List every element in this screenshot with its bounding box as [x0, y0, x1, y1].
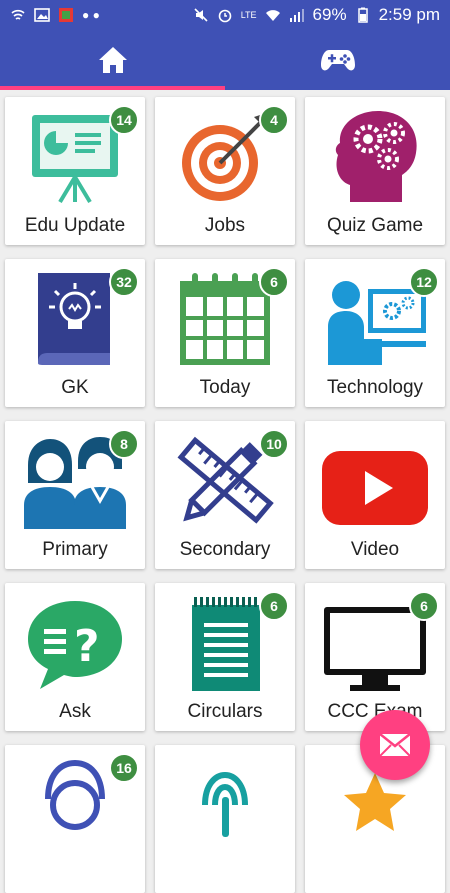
count-badge: 6: [409, 591, 439, 621]
more-notifications-icon: ● ●: [82, 8, 100, 22]
card-technology[interactable]: 12 Technology: [305, 259, 445, 407]
count-badge: 6: [259, 591, 289, 621]
alarm-icon: [218, 9, 231, 23]
count-badge: 6: [259, 267, 289, 297]
card-label: Primary: [42, 539, 108, 560]
count-badge: 10: [259, 429, 289, 459]
count-badge: 4: [259, 105, 289, 135]
card-label: Quiz Game: [326, 215, 424, 236]
card-label: Video: [350, 539, 400, 560]
mail-icon: [379, 733, 411, 757]
tab-home[interactable]: [0, 30, 225, 90]
count-badge: 14: [109, 105, 139, 135]
play-button-icon: [322, 451, 428, 525]
card-video[interactable]: Video: [305, 421, 445, 569]
card-edu-update[interactable]: 14 Edu Update: [5, 97, 145, 245]
card-label: Ask: [59, 701, 91, 722]
status-time: 2:59 pm: [378, 5, 440, 24]
mail-fab-button[interactable]: [360, 710, 430, 780]
card-jobs[interactable]: 4 Jobs: [155, 97, 295, 245]
card-label: Technology: [326, 377, 424, 398]
battery-percent: 69%: [312, 5, 347, 24]
card-circulars[interactable]: 6 Circulars: [155, 583, 295, 731]
card-row5-1[interactable]: 16: [5, 745, 145, 893]
status-left: ● ●: [10, 7, 100, 23]
active-tab-indicator: [0, 86, 225, 90]
card-secondary[interactable]: 10 Secondary: [155, 421, 295, 569]
network-type-label: LTE: [240, 9, 257, 20]
card-row5-2[interactable]: [155, 745, 295, 893]
card-label: Secondary: [179, 539, 271, 560]
home-icon: [98, 47, 127, 73]
card-ccc-exam[interactable]: 6 CCC Exam: [305, 583, 445, 731]
count-badge: 12: [409, 267, 439, 297]
wifi-icon: [265, 10, 280, 21]
count-badge: 16: [109, 753, 139, 783]
count-badge: 32: [109, 267, 139, 297]
app-notification-icon: [59, 8, 73, 22]
card-label: Edu Update: [24, 215, 126, 236]
battery-icon: [357, 7, 368, 23]
card-label: Today: [199, 377, 251, 398]
question-bubble-icon: ?: [28, 601, 122, 689]
tab-games[interactable]: [225, 30, 450, 90]
card-primary[interactable]: 8 Primary: [5, 421, 145, 569]
count-badge: 8: [109, 429, 139, 459]
brain-gears-icon: [335, 111, 417, 202]
card-label: Circulars: [187, 701, 263, 722]
card-label: Jobs: [204, 215, 246, 236]
card-today[interactable]: 6 Today: [155, 259, 295, 407]
mute-icon: [194, 8, 208, 22]
status-right: LTE 69% 2:59 pm: [193, 5, 440, 25]
tab-bar: [0, 30, 450, 90]
signal-icon: [289, 9, 304, 22]
card-quiz-game[interactable]: Quiz Game: [305, 97, 445, 245]
status-bar: ● ● LTE 69% 2:59 pm: [0, 0, 450, 30]
gamepad-icon: [320, 50, 355, 71]
card-ask[interactable]: ? Ask: [5, 583, 145, 731]
card-gk[interactable]: 32 GK: [5, 259, 145, 407]
svg-text:?: ?: [74, 621, 100, 672]
image-icon: [34, 8, 50, 22]
touch-icon: [202, 771, 248, 837]
wifi-call-icon: [11, 9, 25, 20]
card-label: GK: [61, 377, 89, 398]
